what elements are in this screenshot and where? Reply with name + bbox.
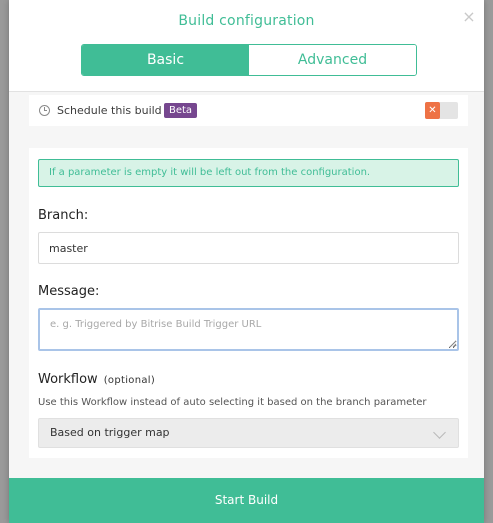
resize-grip-icon[interactable] xyxy=(449,340,457,348)
modal-header: Build configuration × xyxy=(9,0,484,44)
start-build-button[interactable]: Start Build xyxy=(9,478,484,523)
modal-title: Build configuration xyxy=(178,13,315,29)
workflow-label-text: Workflow xyxy=(38,372,98,387)
workflow-select[interactable]: Based on trigger map xyxy=(38,418,459,448)
branch-label: Branch: xyxy=(38,208,89,223)
clock-icon xyxy=(39,105,50,116)
chevron-down-icon xyxy=(433,426,446,439)
schedule-build-label: Schedule this build xyxy=(57,104,162,117)
workflow-label: Workflow (optional) xyxy=(38,372,155,387)
build-configuration-modal: Build configuration × Basic Advanced Sch… xyxy=(9,0,484,523)
close-icon[interactable]: × xyxy=(460,8,478,26)
info-alert: If a parameter is empty it will be left … xyxy=(38,159,459,187)
schedule-build-row: Schedule this build Beta ✕ xyxy=(29,95,468,126)
schedule-toggle[interactable]: ✕ xyxy=(425,102,458,119)
toggle-off-x-icon: ✕ xyxy=(425,102,440,119)
tabs-bar: Basic Advanced xyxy=(9,44,484,92)
workflow-help-text: Use this Workflow instead of auto select… xyxy=(38,397,427,408)
tab-switcher: Basic Advanced xyxy=(81,44,417,76)
message-label: Message: xyxy=(38,284,100,299)
message-textarea[interactable] xyxy=(38,308,459,351)
optional-tag: (optional) xyxy=(103,375,156,386)
modal-backdrop-right xyxy=(484,0,493,523)
build-parameters-panel: If a parameter is empty it will be left … xyxy=(29,148,468,458)
workflow-select-value: Based on trigger map xyxy=(50,426,170,439)
branch-input[interactable] xyxy=(38,232,459,264)
modal-backdrop-left xyxy=(0,0,9,523)
beta-badge: Beta xyxy=(164,103,198,118)
tab-basic[interactable]: Basic xyxy=(82,45,249,75)
tab-advanced[interactable]: Advanced xyxy=(249,45,416,75)
